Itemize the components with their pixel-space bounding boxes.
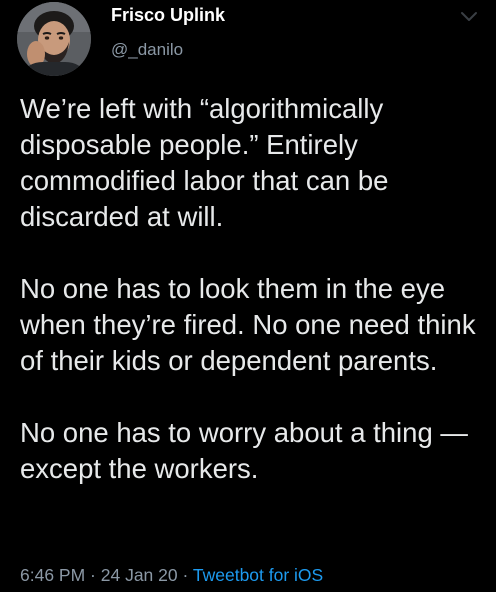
- meta-separator: ·: [177, 565, 193, 585]
- user-handle[interactable]: @_danilo: [111, 40, 183, 60]
- meta-separator: ·: [85, 565, 101, 585]
- tweet-paragraph: No one has to look them in the eye when …: [20, 273, 476, 376]
- client-link[interactable]: Tweetbot for iOS: [193, 565, 323, 585]
- tweet-date: 24 Jan 20: [100, 565, 178, 585]
- tweet-paragraph: No one has to worry about a thing —excep…: [20, 417, 468, 484]
- tweet-time: 6:46 PM: [20, 565, 86, 585]
- display-name[interactable]: Frisco Uplink: [111, 5, 225, 26]
- tweet-text: We’re left with “algorithmically disposa…: [20, 91, 490, 487]
- tweet-paragraph: We’re left with “algorithmically disposa…: [20, 93, 389, 232]
- tweet-card: Frisco Uplink @_danilo We’re left with “…: [0, 0, 496, 592]
- avatar-image: [17, 2, 91, 76]
- chevron-down-icon[interactable]: [459, 10, 479, 24]
- avatar[interactable]: [17, 2, 91, 76]
- tweet-meta: 6:46 PM · 24 Jan 20 · Tweetbot for iOS: [20, 565, 323, 586]
